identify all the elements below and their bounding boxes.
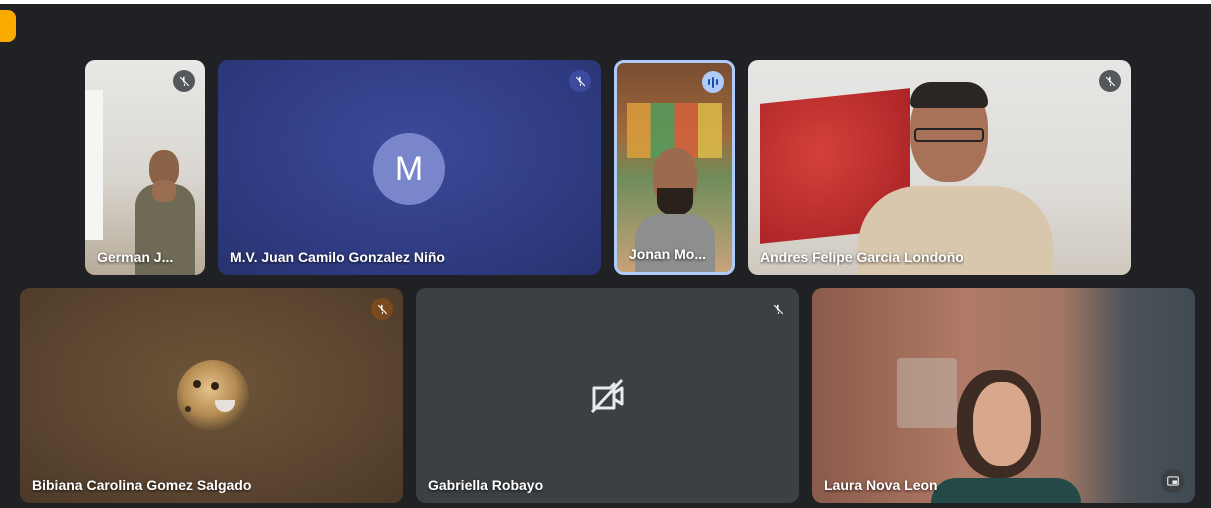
mic-off-icon — [767, 298, 789, 320]
participant-name: Laura Nova Leon — [824, 477, 938, 493]
mic-off-icon — [1099, 70, 1121, 92]
participant-name: German J... — [97, 249, 174, 265]
window-light — [85, 90, 103, 240]
mic-off-icon — [371, 298, 393, 320]
participant-tile-german[interactable]: German J... — [85, 60, 205, 275]
mic-off-icon — [173, 70, 195, 92]
participant-name: Bibiana Carolina Gomez Salgado — [32, 477, 252, 493]
avatar: M — [373, 133, 445, 205]
speaking-indicator-icon — [702, 71, 724, 93]
participant-video — [858, 82, 1053, 275]
participant-name: Gabriella Robayo — [428, 477, 544, 493]
side-panel-tab[interactable] — [0, 10, 16, 42]
camera-off-icon — [590, 378, 624, 414]
participant-name: Andres Felipe Garcia Londoño — [760, 249, 964, 265]
participant-video — [917, 370, 1097, 503]
participant-name: Jonan Mo... — [629, 246, 706, 262]
participant-tile-jonan[interactable]: Jonan Mo... — [614, 60, 735, 275]
participant-name: M.V. Juan Camilo Gonzalez Niño — [230, 249, 445, 265]
ocelot-avatar — [177, 360, 249, 432]
participant-tile-gabriella[interactable]: Gabriella Robayo — [416, 288, 799, 503]
participant-tile-laura[interactable]: Laura Nova Leon — [812, 288, 1195, 503]
picture-in-picture-icon[interactable] — [1161, 469, 1185, 493]
participant-tile-andres-felipe[interactable]: Andres Felipe Garcia Londoño — [748, 60, 1131, 275]
top-bar — [0, 0, 1211, 4]
participant-tile-juan-camilo[interactable]: M M.V. Juan Camilo Gonzalez Niño — [218, 60, 601, 275]
mic-off-icon — [569, 70, 591, 92]
participant-tile-bibiana[interactable]: Bibiana Carolina Gomez Salgado — [20, 288, 403, 503]
